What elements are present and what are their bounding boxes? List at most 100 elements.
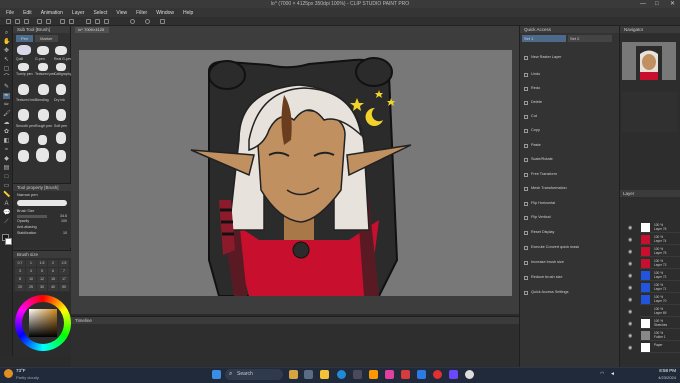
brush-preview[interactable] [38,63,48,71]
brush-size-preset[interactable]: 1 [26,260,36,267]
quick-access-item[interactable]: Mesh Transformation [531,186,567,190]
eraser-tool-icon[interactable]: ◧ [3,138,10,144]
redo-icon[interactable] [46,19,51,24]
brush-size-preset[interactable]: 0.7 [15,260,25,267]
brush-preview[interactable] [18,63,29,71]
frame-tool-icon[interactable]: ▭ [3,183,10,189]
volume-icon[interactable]: ◄ [610,371,615,377]
quick-access-item[interactable]: Cut [531,114,537,118]
wifi-icon[interactable]: ◠ [600,371,604,377]
file-explorer-icon[interactable] [320,370,329,379]
undo-icon[interactable] [37,19,42,24]
layer-row[interactable]: 100 % Layer 73 [640,258,680,269]
brush-tool-icon[interactable]: 🖌 [3,111,11,117]
tab-marker[interactable]: Marker [35,35,58,42]
opera-icon[interactable] [433,370,442,379]
canvas-tab[interactable]: lo^ 7000×4125 [75,27,109,33]
brush-size-preset[interactable]: 6 [48,268,58,275]
quick-access-set-2[interactable]: Set 2 [568,35,612,42]
menu-edit[interactable]: Edit [23,10,32,16]
brush-preview[interactable] [18,150,29,162]
layer-visibility-icon[interactable]: ◉ [628,285,632,291]
companion-icon[interactable] [130,19,135,24]
brush-size-preset[interactable]: 10 [26,276,36,283]
brush-size-preset[interactable]: 40 [48,284,58,291]
menu-filter[interactable]: Filter [136,10,147,16]
opacity-value[interactable]: 100 [61,219,67,223]
brush-preview[interactable] [56,150,66,162]
brush-size-preset[interactable]: 2 [48,260,58,267]
brush-preview[interactable] [36,148,49,162]
blend-tool-icon[interactable]: ≈ [3,147,10,153]
brush-quill-label[interactable]: Quill [16,57,23,61]
ruler-tool-icon[interactable]: 📏 [3,192,10,198]
brush-gpen-label[interactable]: G-pen [35,57,45,61]
clip-studio-icon[interactable] [145,19,150,24]
lasso-tool-icon[interactable]: ⌒ [3,75,10,81]
quick-access-item[interactable]: Increase brush size [531,260,564,264]
layer-visibility-icon[interactable]: ◉ [628,297,632,303]
quick-access-item[interactable]: Delete [531,100,542,104]
quick-access-item[interactable]: Flip Vertical [531,215,551,219]
clock-date[interactable]: 4/23/2024 [636,375,676,380]
quick-access-item[interactable]: Execute Convert quick mask [531,245,579,249]
layer-visibility-icon[interactable]: ◉ [628,237,632,243]
quick-access-item[interactable]: Free Transform [531,172,557,176]
layer-visibility-icon[interactable]: ◉ [628,321,632,327]
brush-preview[interactable] [18,84,29,95]
navigator-preview[interactable] [622,42,676,80]
canvas[interactable] [79,50,512,297]
task-view-icon[interactable] [304,370,313,379]
gradient-tool-icon[interactable]: ▤ [3,165,10,171]
layer-visibility-icon[interactable]: ◉ [628,333,632,339]
layer-row[interactable]: 100 % Sketches [640,318,680,329]
transform-icon[interactable] [69,19,74,24]
quick-access-item[interactable]: Copy [531,128,540,132]
quick-access-item[interactable]: Flip Horizontal [531,201,555,205]
saturation-value-square[interactable] [29,309,57,337]
brush-size-preset[interactable]: 12 [37,276,47,283]
layer-visibility-icon[interactable]: ◉ [628,249,632,255]
brush-preview[interactable] [56,132,66,144]
brush-blending-label[interactable]: Blending [35,98,49,102]
close-button[interactable]: ✕ [670,0,675,8]
balloon-tool-icon[interactable]: 💬 [3,210,10,216]
menu-help[interactable]: Help [183,10,193,16]
minimize-button[interactable]: — [640,0,646,8]
correct-line-tool-icon[interactable]: ⟋ [3,219,10,225]
windows-start-icon[interactable] [212,370,221,379]
brush-size-preset[interactable]: 5 [37,268,47,275]
brush-size-preset[interactable]: 50 [59,284,69,291]
app-icon[interactable] [449,370,458,379]
quick-access-item[interactable]: Paste [531,143,541,147]
layer-row[interactable]: 100 % Layer 72 [640,270,680,281]
brush-calligraphy-label[interactable]: Calligraphy [54,72,72,76]
brush-preview[interactable] [56,84,66,95]
menu-window[interactable]: Window [156,10,174,16]
quick-access-item[interactable]: Undo [531,72,540,76]
store-icon[interactable] [353,370,362,379]
brush-textured-ink-label[interactable]: Textured ink [16,98,35,102]
snap-icon[interactable] [86,19,91,24]
brush-textured-pen-label[interactable]: Textured pen [35,72,55,76]
search-box[interactable]: Search [225,369,283,380]
layer-row[interactable]: Paper [640,342,680,353]
weather-temp[interactable]: 73°F [16,368,26,373]
airbrush-tool-icon[interactable]: ☁ [3,120,10,126]
sub-color-swatch[interactable] [5,238,12,245]
brush-preview[interactable] [18,109,29,121]
brush-preview[interactable] [37,46,49,55]
weather-desc[interactable]: Partly cloudy [16,375,39,380]
brush-size-preset[interactable]: 20 [15,284,25,291]
settings-icon[interactable] [160,19,165,24]
brush-preview[interactable] [38,84,49,95]
edge-icon[interactable] [337,370,346,379]
menu-view[interactable]: View [116,10,127,16]
brush-size-preset[interactable]: 1.5 [37,260,47,267]
brush-size-preset[interactable]: 8 [15,276,25,283]
decoration-tool-icon[interactable]: ✿ [3,129,10,135]
pen-tool-icon[interactable]: ✒ [3,93,10,99]
quick-access-item[interactable]: Scale/Rotate [531,157,553,161]
open-file-icon[interactable] [15,19,20,24]
quick-access-item[interactable]: Quick Access Settings [531,290,569,294]
